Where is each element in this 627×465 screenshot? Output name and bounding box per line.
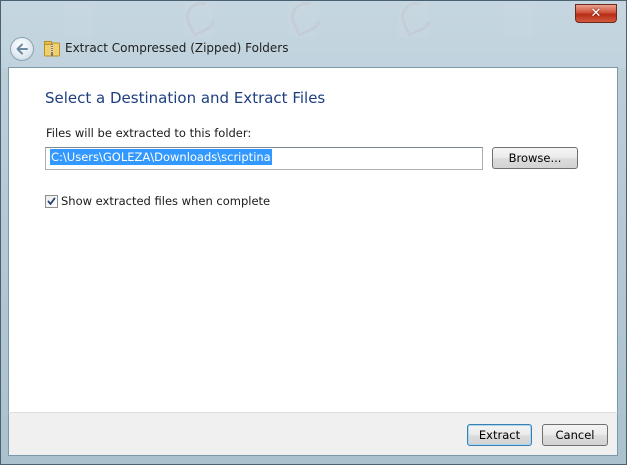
extract-button[interactable]: Extract bbox=[467, 424, 532, 446]
window-title: Extract Compressed (Zipped) Folders bbox=[65, 41, 289, 55]
show-files-checkbox[interactable] bbox=[45, 195, 58, 208]
close-button[interactable]: ✕ bbox=[575, 4, 617, 23]
cancel-button[interactable]: Cancel bbox=[542, 424, 608, 446]
page-heading: Select a Destination and Extract Files bbox=[45, 89, 326, 107]
close-icon: ✕ bbox=[590, 6, 602, 21]
dialog-content bbox=[8, 67, 618, 412]
browse-button[interactable]: Browse... bbox=[492, 147, 578, 169]
show-files-label[interactable]: Show extracted files when complete bbox=[61, 194, 270, 208]
back-button[interactable] bbox=[10, 37, 34, 61]
zipped-folder-icon bbox=[44, 41, 60, 57]
back-arrow-icon bbox=[16, 43, 28, 55]
destination-path-text: C:\Users\GOLEZA\Downloads\scriptina bbox=[50, 149, 272, 165]
checkmark-icon bbox=[47, 197, 56, 205]
destination-label: Files will be extracted to this folder: bbox=[46, 126, 252, 140]
destination-path-input[interactable]: C:\Users\GOLEZA\Downloads\scriptina bbox=[45, 147, 483, 170]
